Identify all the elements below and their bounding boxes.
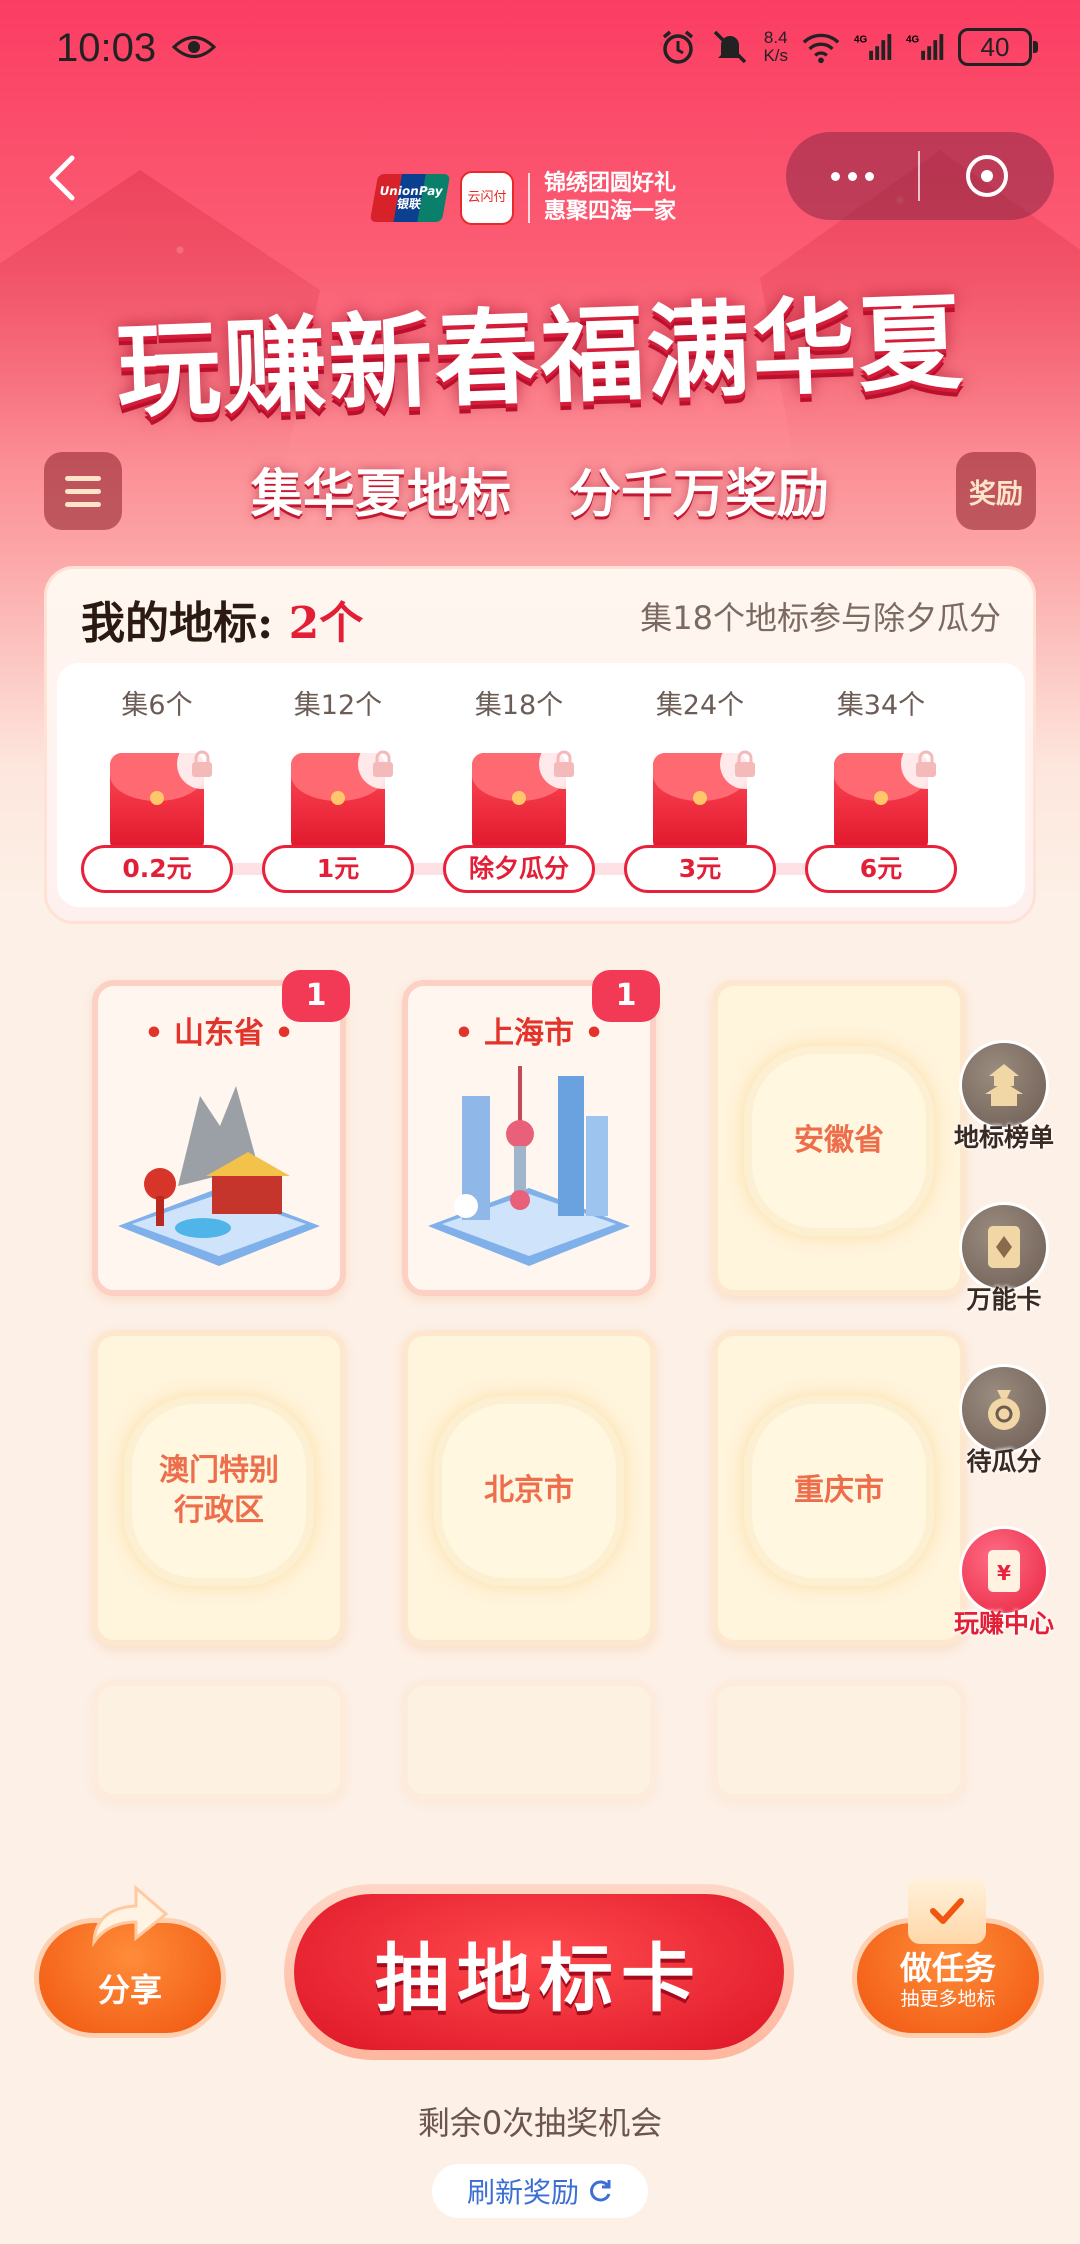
card-icon — [959, 1202, 1049, 1292]
svg-text:¥: ¥ — [997, 1561, 1011, 1585]
checklist-icon — [908, 1878, 986, 1944]
campaign-slogan: 锦绣团圆好礼 惠聚四海一家 — [544, 171, 677, 224]
red-envelope-icon: ¥ — [959, 1526, 1049, 1616]
tier-prize: 6元 — [805, 845, 957, 893]
status-icons: 8.4 K/s 4G 4G 40 — [659, 28, 1038, 66]
side-button-label: 玩赚中心 — [953, 1609, 1054, 1638]
landmark-card-macau[interactable]: 澳门特别 行政区 — [92, 1330, 346, 1646]
locked-landmark-name: 北京市 — [434, 1396, 624, 1586]
pagoda-icon — [959, 1040, 1049, 1130]
lock-icon — [720, 739, 770, 789]
tier-label: 集6个 — [121, 690, 193, 721]
side-button-leaderboard[interactable]: 地标榜单 — [944, 1040, 1064, 1154]
lock-icon — [901, 739, 951, 789]
eye-icon — [172, 36, 216, 58]
draw-landmark-card-button[interactable]: 抽地标卡 — [284, 1884, 794, 2060]
draw-button-label: 抽地标卡 — [294, 1894, 784, 2050]
side-button-label: 地标榜单 — [953, 1123, 1054, 1152]
side-button-wildcard[interactable]: 万能卡 — [944, 1202, 1064, 1316]
landmark-card-faded — [402, 1680, 656, 1800]
tier-label: 集24个 — [655, 690, 745, 721]
card-count-badge: 1 — [592, 970, 660, 1022]
campaign-subtitle: 集华夏地标 分千万奖励 — [250, 464, 830, 525]
my-landmarks-panel: 我的地标: 2个 集18个地标参与除夕瓜分 集6个 0.2元 集12个 1元 集… — [44, 566, 1036, 924]
task-button-label: 做任务 — [899, 1949, 996, 1987]
locked-landmark-name: 澳门特别 行政区 — [124, 1396, 314, 1586]
reward-tier[interactable]: 集12个 1元 — [258, 663, 418, 907]
reward-button[interactable]: 奖励 — [956, 452, 1036, 530]
landmark-card-faded — [92, 1680, 346, 1800]
lock-icon — [358, 739, 408, 789]
landmark-card-faded — [712, 1680, 966, 1800]
landmark-count-heading: 我的地标: 2个 — [81, 598, 364, 649]
landmark-card-beijing[interactable]: 北京市 — [402, 1330, 656, 1646]
reward-tier[interactable]: 集18个 除夕瓜分 — [439, 663, 599, 907]
net-speed: 8.4 K/s — [763, 28, 788, 65]
shanghai-skyline-illustration — [428, 1066, 630, 1266]
more-options-button[interactable] — [786, 132, 918, 220]
tier-label: 集12个 — [293, 690, 383, 721]
refresh-icon — [590, 2180, 611, 2202]
logo-divider — [528, 173, 530, 223]
tier-label: 集18个 — [474, 690, 564, 721]
tier-label: 集34个 — [836, 690, 926, 721]
refresh-reward-button[interactable]: 刷新奖励 — [432, 2164, 648, 2218]
tier-prize: 1元 — [262, 845, 414, 893]
close-miniapp-button[interactable] — [920, 132, 1054, 220]
yunshanfu-logo: 云闪付 — [460, 171, 514, 225]
landmark-card-anhui[interactable]: 安徽省 — [712, 980, 966, 1296]
status-bar: 10:03 8.4 K/s 4G 4G 40 — [0, 0, 1080, 100]
mute-bell-icon — [714, 30, 747, 64]
svg-text:4G: 4G — [854, 34, 867, 45]
landmark-card-shandong[interactable]: • 山东省 • 1 — [92, 970, 350, 1296]
side-button-pending-split[interactable]: 待瓜分 — [944, 1364, 1064, 1478]
locked-landmark-name: 重庆市 — [744, 1396, 934, 1586]
status-time: 10:03 — [56, 26, 157, 70]
side-button-label: 万能卡 — [966, 1285, 1042, 1314]
battery-indicator: 40 — [958, 28, 1038, 66]
alarm-icon — [663, 30, 694, 64]
reward-tier[interactable]: 集34个 6元 — [801, 663, 961, 907]
landmark-card-chongqing[interactable]: 重庆市 — [712, 1330, 966, 1646]
lock-icon — [177, 739, 227, 789]
brand-logos: UnionPay 银联 云闪付 锦绣团圆好礼 惠聚四海一家 — [369, 170, 677, 226]
task-button-sublabel: 抽更多地标 — [900, 1988, 996, 2010]
side-button-earn-center[interactable]: ¥ 玩赚中心 — [944, 1526, 1064, 1640]
card-count-badge: 1 — [282, 970, 350, 1022]
tier-prize: 3元 — [624, 845, 776, 893]
wifi-icon — [802, 33, 840, 64]
money-bag-icon — [959, 1364, 1049, 1454]
tier-prize: 除夕瓜分 — [443, 845, 595, 893]
shandong-landmark-illustration — [118, 1086, 320, 1266]
signal-icon-sim1: 4G — [854, 34, 892, 60]
panel-tip: 集18个地标参与除夕瓜分 — [640, 599, 1001, 637]
tier-prize: 0.2元 — [81, 845, 233, 893]
close-circle-icon — [966, 155, 1008, 197]
miniapp-capsule — [786, 132, 1054, 220]
share-arrow-icon — [92, 1884, 169, 1948]
reward-tier[interactable]: 集6个 0.2元 — [77, 663, 237, 907]
back-arrow-icon[interactable] — [38, 148, 88, 208]
unionpay-logo: UnionPay 银联 — [369, 174, 451, 222]
remaining-draws-text: 剩余0次抽奖机会 — [417, 2104, 663, 2142]
lock-icon — [539, 739, 589, 789]
landmark-count: 2个 — [288, 598, 364, 649]
refresh-label: 刷新奖励 — [466, 2176, 579, 2209]
reward-tiers: 集6个 0.2元 集12个 1元 集18个 除夕瓜分 集24个 3元 集34个 — [57, 663, 1025, 907]
reward-tier[interactable]: 集24个 3元 — [620, 663, 780, 907]
side-button-label: 待瓜分 — [966, 1447, 1042, 1476]
landmark-card-shanghai[interactable]: • 上海市 • 1 — [402, 970, 660, 1296]
svg-text:4G: 4G — [906, 34, 919, 45]
locked-landmark-name: 安徽省 — [744, 1046, 934, 1236]
signal-icon-sim2: 4G — [906, 34, 944, 60]
